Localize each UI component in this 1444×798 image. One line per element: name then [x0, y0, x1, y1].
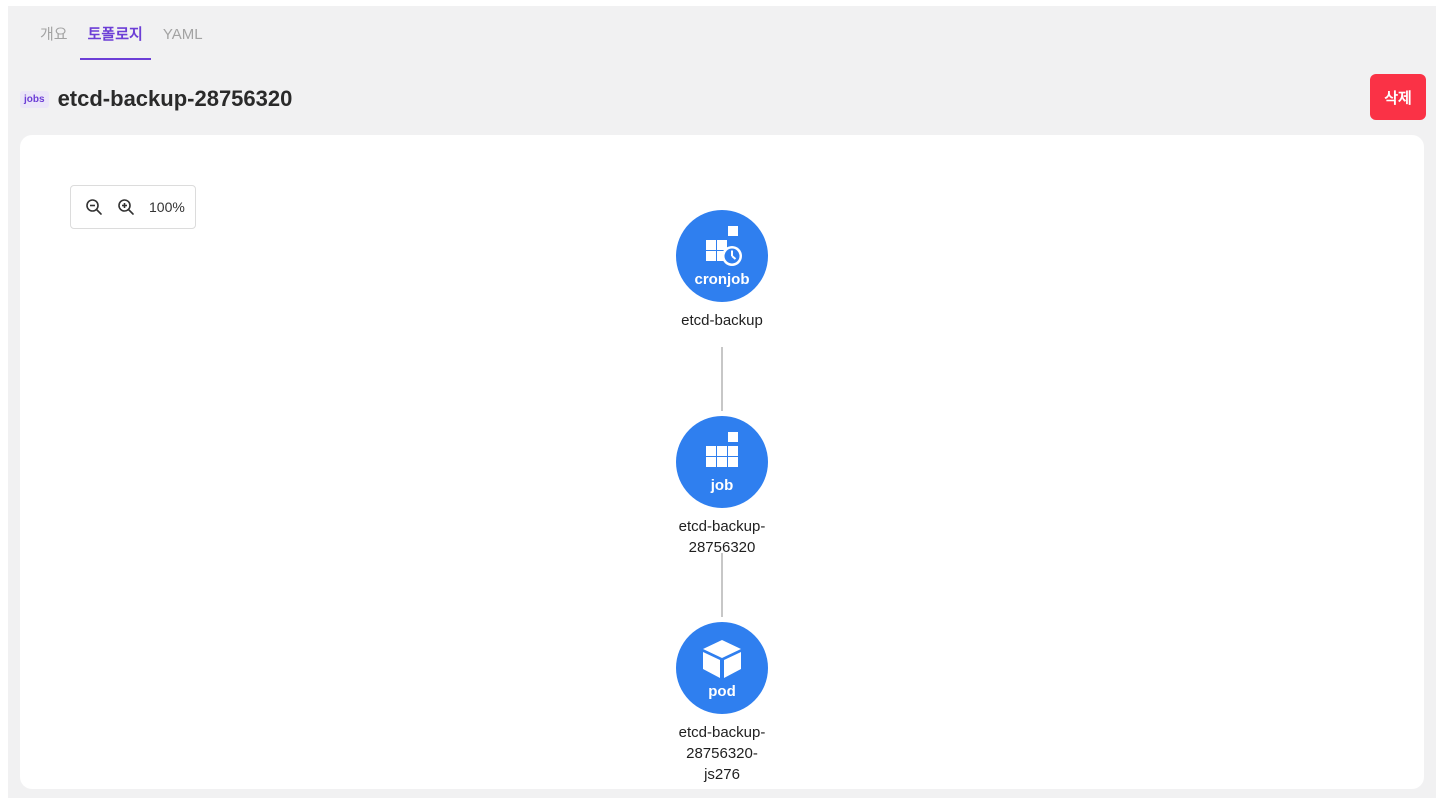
kind-badge: jobs: [20, 90, 49, 108]
zoom-controls: 100%: [70, 185, 196, 229]
edge-cronjob-job: [721, 347, 723, 411]
node-name: etcd-backup: [681, 312, 763, 329]
tab-bar: 개요 토폴로지 YAML: [32, 6, 215, 60]
app-frame: 개요 토폴로지 YAML jobs etcd-backup-28756320 삭…: [8, 6, 1436, 798]
zoom-level: 100%: [149, 199, 185, 215]
zoom-in-icon[interactable]: [115, 196, 137, 218]
zoom-out-icon[interactable]: [83, 196, 105, 218]
node-circle: cronjob: [676, 210, 768, 302]
node-circle: pod: [676, 622, 768, 714]
node-name: etcd-backup-28756320: [678, 518, 766, 556]
tab-topology[interactable]: 토폴로지: [79, 6, 152, 60]
node-type-label: cronjob: [694, 271, 750, 288]
topology-canvas[interactable]: 100% cronjob etcd-backup job etcd-backup…: [20, 135, 1424, 789]
job-icon: [700, 432, 744, 481]
node-pod[interactable]: pod etcd-backup-28756320-js276: [612, 622, 832, 785]
node-type-label: pod: [708, 683, 736, 700]
node-type-label: job: [710, 477, 734, 494]
cronjob-icon: [700, 226, 744, 275]
pod-icon: [700, 638, 744, 687]
tab-yaml[interactable]: YAML: [155, 6, 211, 60]
node-circle: job: [676, 416, 768, 508]
node-name: etcd-backup-28756320-js276: [678, 724, 766, 783]
node-cronjob[interactable]: cronjob etcd-backup: [612, 210, 832, 331]
edge-job-pod: [721, 553, 723, 617]
delete-button[interactable]: 삭제: [1370, 74, 1426, 120]
node-job[interactable]: job etcd-backup-28756320: [612, 416, 832, 558]
page-title: etcd-backup-28756320: [57, 86, 293, 111]
resource-header: jobs etcd-backup-28756320: [20, 86, 292, 112]
tab-overview[interactable]: 개요: [32, 6, 76, 60]
